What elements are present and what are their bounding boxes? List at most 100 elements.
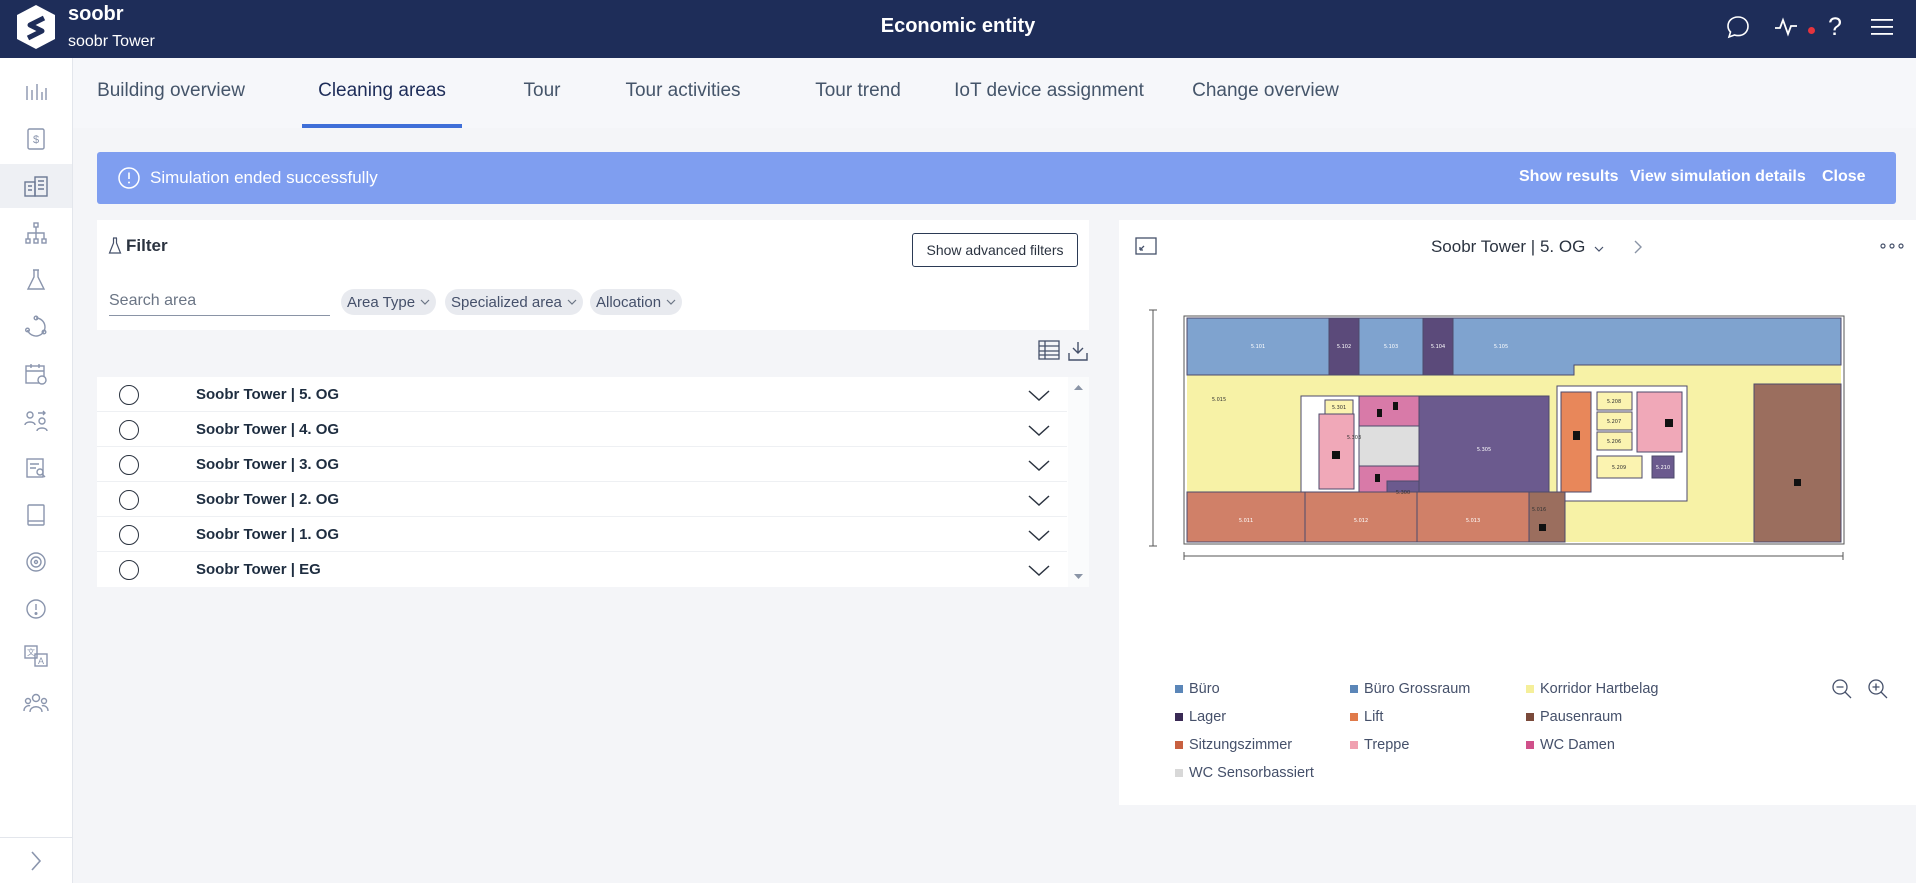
zoom-in-icon[interactable] (1865, 676, 1891, 702)
cycle-icon[interactable] (0, 305, 72, 349)
room-label: 5.305 (1477, 447, 1491, 453)
room-label: 5.210 (1656, 465, 1670, 471)
legend-swatch (1175, 741, 1183, 749)
chevron-down-icon[interactable] (1026, 382, 1052, 408)
view-simulation-details-link[interactable]: View simulation details (1630, 168, 1806, 186)
floor-radio[interactable] (119, 420, 139, 440)
room-label: 5.104 (1431, 344, 1445, 350)
legend-item: Büro Grossraum (1350, 681, 1470, 697)
billing-icon[interactable]: $ (0, 117, 72, 161)
floor-plan-map[interactable]: 5.101 5.102 5.103 5.104 5.105 5.305 5.01… (1149, 306, 1849, 566)
svg-text:A: A (38, 656, 44, 666)
room-label: 5.012 (1354, 518, 1368, 524)
building-icon[interactable] (0, 164, 72, 208)
list-item[interactable]: Soobr Tower | 1. OG (97, 517, 1067, 552)
show-results-link[interactable]: Show results (1519, 168, 1619, 186)
list-item[interactable]: Soobr Tower | 4. OG (97, 412, 1067, 447)
floor-radio[interactable] (119, 490, 139, 510)
floor-label: Soobr Tower | 4. OG (196, 421, 340, 438)
sensor-icon[interactable] (0, 540, 72, 584)
floor-radio[interactable] (119, 525, 139, 545)
legend-item: Büro (1175, 681, 1220, 697)
chevron-down-icon[interactable] (1026, 557, 1052, 583)
chevron-down-icon[interactable] (1026, 452, 1052, 478)
floor-radio[interactable] (119, 385, 139, 405)
legend-label: WC Damen (1540, 737, 1615, 753)
show-advanced-filters-button[interactable]: Show advanced filters (912, 233, 1078, 267)
help-icon[interactable]: ? (1820, 12, 1850, 42)
room-label: 5.102 (1337, 344, 1351, 350)
search-area-input[interactable] (109, 286, 330, 316)
translate-icon[interactable]: 文A (0, 634, 72, 678)
legend-item: Lager (1175, 709, 1226, 725)
info-circle-icon (118, 167, 140, 189)
floor-label: Soobr Tower | EG (196, 561, 321, 578)
floor-radio[interactable] (119, 455, 139, 475)
legend-label: Pausenraum (1540, 709, 1623, 725)
chevron-down-icon (666, 299, 676, 305)
room-label: 5.301 (1332, 405, 1346, 411)
tab-tour-activities[interactable]: Tour activities (603, 58, 763, 128)
filter-panel: Filter Show advanced filters Area Type S… (97, 220, 1089, 330)
tab-change-overview[interactable]: Change overview (1183, 58, 1348, 128)
flask-icon (108, 237, 122, 254)
legend-swatch (1526, 685, 1534, 693)
chip-area-type[interactable]: Area Type (341, 289, 437, 315)
close-banner-link[interactable]: Close (1822, 168, 1866, 186)
tab-building-overview[interactable]: Building overview (96, 58, 246, 128)
list-item[interactable]: Soobr Tower | 5. OG (97, 377, 1067, 412)
tab-iot-device-assignment[interactable]: IoT device assignment (939, 58, 1159, 128)
tab-tour[interactable]: Tour (511, 58, 573, 128)
room-label: 5.303 (1347, 435, 1361, 441)
chat-icon[interactable] (1723, 12, 1753, 42)
chevron-down-icon[interactable] (1026, 522, 1052, 548)
room-label: 5.105 (1494, 344, 1508, 350)
floor-radio[interactable] (119, 560, 139, 580)
tablet-icon[interactable] (0, 493, 72, 537)
more-options-icon[interactable] (1879, 233, 1905, 259)
room-label: 5.015 (1212, 397, 1226, 403)
floor-plan-panel: Soobr Tower | 5. OG 5.101 5.102 5.103 5.… (1119, 220, 1916, 805)
list-item[interactable]: Soobr Tower | 2. OG (97, 482, 1067, 517)
legend-label: Lager (1189, 709, 1227, 725)
list-scrollbar[interactable] (1068, 377, 1089, 587)
legend-item: Sitzungszimmer (1175, 737, 1292, 753)
tab-tour-trend[interactable]: Tour trend (793, 58, 923, 128)
user-swap-icon[interactable] (0, 399, 72, 443)
alert-icon[interactable] (0, 587, 72, 631)
legend-item: Pausenraum (1526, 709, 1622, 725)
activity-icon[interactable] (1771, 12, 1801, 42)
next-floor-icon[interactable] (1625, 234, 1651, 260)
zoom-out-icon[interactable] (1829, 676, 1855, 702)
svg-text:文: 文 (27, 647, 35, 657)
chevron-down-icon (567, 299, 577, 305)
hierarchy-icon[interactable] (0, 211, 72, 255)
list-item[interactable]: Soobr Tower | EG (97, 552, 1067, 587)
hamburger-menu-icon[interactable] (1867, 12, 1897, 42)
legend-label: Büro Grossraum (1364, 681, 1471, 697)
download-icon[interactable] (1065, 338, 1091, 364)
page-title: Economic entity (880, 15, 1036, 37)
tab-cleaning-areas[interactable]: Cleaning areas (302, 58, 462, 128)
filter-title: Filter (126, 236, 168, 255)
room-label: 5.208 (1607, 399, 1621, 405)
legend-item: Lift (1350, 709, 1383, 725)
chip-specialized-area[interactable]: Specialized area (445, 289, 583, 315)
legend-item: WC Damen (1526, 737, 1615, 753)
table-view-icon[interactable] (1036, 337, 1062, 363)
chevron-down-icon[interactable] (1026, 487, 1052, 513)
chip-allocation[interactable]: Allocation (590, 289, 683, 315)
floor-selector[interactable]: Soobr Tower | 5. OG (1119, 237, 1916, 257)
chevron-down-icon[interactable] (1026, 417, 1052, 443)
calendar-icon[interactable] (0, 352, 72, 396)
lab-flask-icon[interactable] (0, 258, 72, 302)
team-icon[interactable] (0, 681, 72, 725)
list-item[interactable]: Soobr Tower | 3. OG (97, 447, 1067, 482)
scroll-arrows-icon (1074, 385, 1083, 579)
sidebar-expand-button[interactable] (0, 837, 72, 883)
report-icon[interactable] (0, 446, 72, 490)
room-label: 5.209 (1612, 465, 1626, 471)
analytics-icon[interactable] (0, 70, 72, 114)
floor-list: Soobr Tower | 5. OG Soobr Tower | 4. OG … (97, 377, 1089, 587)
filter-heading: Filter (108, 236, 168, 256)
